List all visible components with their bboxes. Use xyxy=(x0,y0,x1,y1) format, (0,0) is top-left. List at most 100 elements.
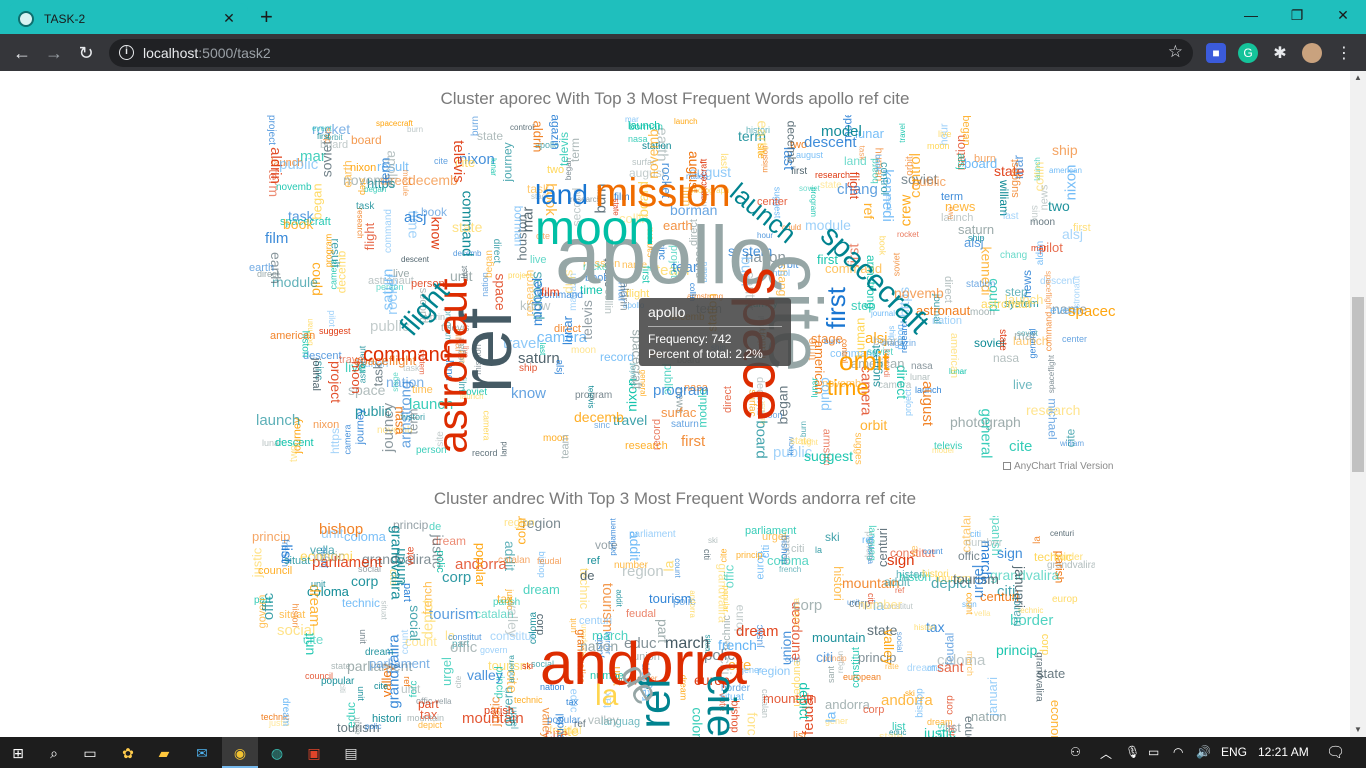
cloud-word[interactable]: project xyxy=(903,389,913,416)
cloud-word[interactable]: urgel xyxy=(508,707,519,729)
cloud-word[interactable]: moon xyxy=(571,346,596,356)
cloud-word[interactable]: histori xyxy=(291,603,301,627)
info-icon[interactable]: i xyxy=(119,45,134,60)
cloud-word[interactable]: dream xyxy=(523,583,560,596)
cloud-word[interactable]: union xyxy=(392,548,409,585)
cloud-word[interactable]: journey xyxy=(355,408,367,444)
profile-avatar[interactable] xyxy=(1302,43,1322,63)
cloud-word[interactable]: ski xyxy=(905,690,915,698)
cloud-word[interactable]: forc xyxy=(745,712,761,735)
cloud-word[interactable]: model xyxy=(821,124,862,139)
cloud-word[interactable]: last xyxy=(460,266,469,278)
cloud-word[interactable]: station xyxy=(966,280,995,290)
scroll-up-icon[interactable]: ▲ xyxy=(1350,71,1366,85)
cloud-word[interactable]: cite xyxy=(434,157,448,166)
cloud-word[interactable]: citi xyxy=(702,549,712,560)
cloud-word[interactable]: televis xyxy=(934,442,962,452)
cloud-word[interactable]: general xyxy=(978,408,995,458)
cloud-word[interactable]: began xyxy=(960,115,972,146)
cloud-word[interactable]: unit xyxy=(311,580,326,589)
cloud-word[interactable]: cite xyxy=(1063,429,1077,448)
cloud-word[interactable]: state xyxy=(452,220,482,234)
cloud-word[interactable]: number xyxy=(614,561,648,571)
cloud-word[interactable]: popular xyxy=(473,543,488,586)
cloud-word[interactable]: project xyxy=(328,361,344,403)
cloud-word[interactable]: corp xyxy=(351,574,378,588)
notifications-icon[interactable]: 🗨 xyxy=(1326,743,1345,761)
cloud-word[interactable]: stage xyxy=(391,372,400,392)
cloud-word[interactable]: offic xyxy=(721,565,736,589)
bookmark-star-icon[interactable]: ☆ xyxy=(1168,42,1183,62)
cloud-word[interactable]: nixon xyxy=(313,420,339,431)
cloud-word[interactable]: astronaut xyxy=(981,298,1031,310)
word-cloud-2[interactable]: educ popular la sign technic catalan dream citi… xyxy=(240,516,1095,737)
new-tab-button[interactable]: + xyxy=(260,5,273,29)
cloud-word[interactable]: last xyxy=(1003,212,1019,222)
cloud-word[interactable]: addit xyxy=(884,576,910,588)
cloud-word[interactable]: person xyxy=(376,283,404,292)
cloud-word[interactable]: januari xyxy=(985,677,1000,716)
minimize-button[interactable]: — xyxy=(1228,0,1274,30)
cloud-word-large[interactable]: march xyxy=(665,636,709,652)
maximize-button[interactable]: ❐ xyxy=(1274,0,1320,30)
extension-screen-icon[interactable]: ■ xyxy=(1206,43,1226,63)
terminal-icon[interactable]: ▤ xyxy=(339,741,363,765)
cloud-word[interactable]: nation xyxy=(932,316,962,327)
cloud-word[interactable]: andorra xyxy=(688,590,697,618)
cloud-word[interactable]: ref xyxy=(574,720,586,730)
cloud-word[interactable]: command xyxy=(383,209,394,253)
cloud-word[interactable]: program xyxy=(809,187,818,217)
cloud-word[interactable]: count xyxy=(673,558,682,578)
cloud-word[interactable]: lunar xyxy=(489,158,498,176)
cloud-word[interactable]: parliament xyxy=(369,657,430,670)
chrome-icon[interactable]: ◉ xyxy=(228,741,252,765)
cloud-word[interactable]: citi xyxy=(338,683,347,693)
cloud-word[interactable]: justic xyxy=(429,534,446,568)
cloud-word[interactable]: valley xyxy=(467,668,503,682)
cloud-word[interactable]: suggest xyxy=(804,449,853,463)
cloud-word[interactable]: technic xyxy=(342,597,380,609)
cloud-word[interactable]: know xyxy=(428,217,444,250)
cloud-word[interactable]: live xyxy=(530,255,547,266)
app-icon[interactable]: ✿ xyxy=(116,741,140,765)
cloud-word[interactable]: travel xyxy=(898,123,907,143)
cloud-word[interactable]: mountain xyxy=(407,714,444,723)
cloud-word[interactable]: ski xyxy=(708,537,718,545)
cloud-word[interactable]: offic xyxy=(260,593,277,620)
cloud-word[interactable]: american xyxy=(948,333,960,378)
reload-icon[interactable]: ↻ xyxy=(73,40,99,66)
cloud-word[interactable]: project xyxy=(266,115,277,145)
scrollbar-thumb[interactable] xyxy=(1352,297,1364,472)
cloud-word[interactable]: la xyxy=(815,546,822,555)
cloud-word[interactable]: https xyxy=(328,428,342,454)
cloud-word[interactable]: nasa xyxy=(993,352,1019,364)
cloud-word[interactable]: urgel xyxy=(970,565,987,598)
cloud-word[interactable]: nasa xyxy=(911,362,933,372)
cloud-word[interactable]: control xyxy=(907,153,924,198)
people-icon[interactable]: ⚇ xyxy=(1070,745,1081,759)
cloud-word[interactable]: polic xyxy=(365,723,381,731)
cloud-word[interactable]: feudal xyxy=(537,557,562,566)
cloud-word[interactable]: valley xyxy=(588,714,619,726)
cloud-word[interactable]: ref xyxy=(861,203,877,219)
cloud-word[interactable]: number xyxy=(965,538,1002,549)
volume-icon[interactable]: 🔊 xyxy=(1196,745,1211,759)
cloud-word[interactable]: cite xyxy=(719,548,729,562)
cloud-word[interactable]: princip xyxy=(393,519,428,531)
cloud-word[interactable]: moon xyxy=(927,142,950,151)
cloud-word-large[interactable]: orbit xyxy=(839,348,890,374)
cloud-word[interactable]: moon xyxy=(349,361,364,394)
cloud-word[interactable]: ship xyxy=(1052,143,1078,157)
cloud-word[interactable]: unit xyxy=(401,683,420,695)
cloud-word[interactable]: andorra xyxy=(507,655,516,683)
cloud-word[interactable]: journey xyxy=(380,403,397,452)
cloud-word[interactable]: urgel xyxy=(439,657,454,686)
cloud-word[interactable]: alsj xyxy=(964,236,984,249)
cloud-word[interactable]: televis xyxy=(579,300,595,340)
cloud-word[interactable]: ref xyxy=(587,556,600,567)
cloud-word-large[interactable]: first xyxy=(821,287,851,329)
cloud-word[interactable]: vella xyxy=(974,610,990,618)
extensions-puzzle-icon[interactable]: ✱ xyxy=(1270,43,1290,63)
cloud-word[interactable]: dream xyxy=(280,698,291,726)
cloud-word[interactable]: michael xyxy=(529,278,545,326)
